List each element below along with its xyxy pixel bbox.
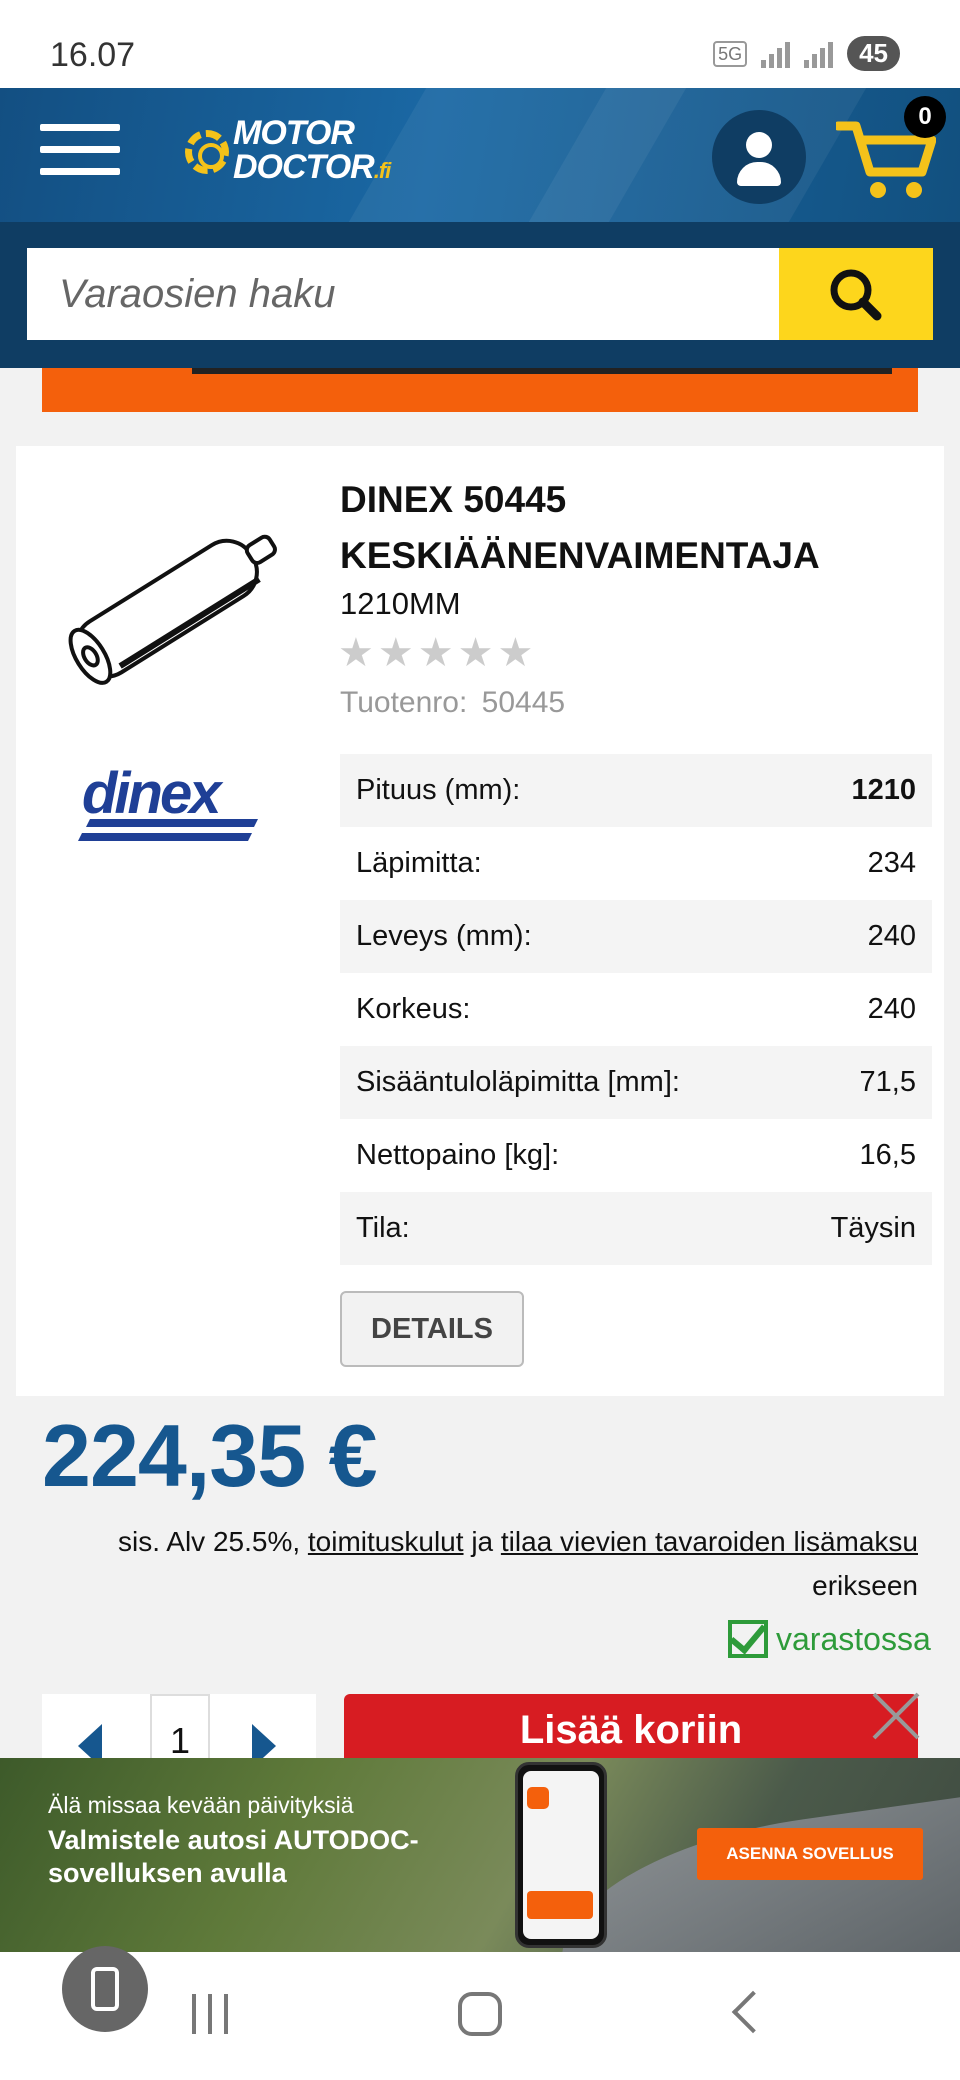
spec-value: 240 — [785, 900, 932, 973]
spec-row: Läpimitta: 234 — [340, 827, 932, 900]
signal-icon — [761, 40, 791, 68]
spec-row: Leveys (mm): 240 — [340, 900, 932, 973]
status-icons: 5G 45 — [713, 36, 900, 71]
logo-text: MOTOR DOCTOR.fi — [233, 114, 392, 188]
shipping-costs-link[interactable]: toimituskulut — [308, 1526, 464, 1557]
logo-line2: DOCTOR — [233, 148, 375, 186]
strip-divider — [192, 368, 892, 374]
site-header: MOTOR DOCTOR.fi — [0, 88, 960, 222]
phone-icon — [91, 1967, 119, 2011]
app-ad-banner[interactable]: Älä missaa kevään päivityksiä Valmistele… — [0, 1758, 960, 1952]
spec-value: Täysin — [785, 1192, 932, 1265]
user-icon — [746, 132, 772, 158]
spec-label: Läpimitta: — [356, 847, 482, 879]
add-to-cart-button[interactable]: Lisää koriin — [344, 1694, 918, 1758]
product-title[interactable]: DINEX 50445 KESKIÄÄNENVAIMENTAJA — [340, 472, 930, 584]
spec-row: Nettopaino [kg]: 16,5 — [340, 1119, 932, 1192]
extra-fee-link[interactable]: tilaa vievien tavaroiden lisämaksu — [501, 1526, 918, 1557]
spec-value: 71,5 — [785, 1046, 932, 1119]
svg-text:dinex: dinex — [82, 761, 224, 826]
product-subtitle: 1210MM — [340, 586, 461, 621]
spec-value: 240 — [867, 993, 916, 1025]
battery-icon: 45 — [847, 36, 900, 71]
status-bar: 16.07 5G 45 — [0, 0, 960, 88]
menu-button[interactable] — [40, 124, 120, 184]
search-input[interactable] — [27, 248, 779, 340]
spec-label: Pituus (mm): — [340, 754, 786, 827]
account-button[interactable] — [712, 110, 806, 204]
tax-suffix: erikseen — [812, 1570, 918, 1601]
spec-label: Nettopaino [kg]: — [356, 1139, 560, 1171]
stock-status-label: varastossa — [776, 1620, 931, 1657]
spec-label: Korkeus: — [356, 993, 471, 1025]
cart-count-badge: 0 — [904, 96, 946, 138]
spec-label: Sisääntuloläpimitta [mm]: — [340, 1046, 786, 1119]
product-number-value: 50445 — [481, 686, 566, 719]
product-price: 224,35 € — [42, 1406, 378, 1505]
product-image[interactable] — [36, 506, 306, 711]
brand-logo[interactable]: dinex — [76, 761, 266, 851]
recent-apps-button[interactable] — [192, 1994, 228, 2034]
quantity-field[interactable]: 1 — [150, 1694, 210, 1758]
ad-tagline: Älä missaa kevään päivityksiä — [48, 1792, 354, 1818]
tax-info: sis. Alv 25.5%, toimituskulut ja tilaa v… — [60, 1520, 918, 1608]
menu-icon-bar — [40, 168, 120, 175]
user-icon-body — [737, 162, 781, 186]
spec-row: Sisääntuloläpimitta [mm]: 71,5 — [340, 1046, 932, 1119]
search-button[interactable] — [779, 248, 933, 340]
install-app-button[interactable]: ASENNA SOVELLUS — [697, 1828, 923, 1880]
star-icon: ★ — [338, 631, 374, 675]
tax-and: ja — [471, 1526, 494, 1557]
search-bar — [0, 222, 960, 368]
spec-row: Tila: Täysin — [340, 1192, 932, 1265]
dinex-logo: dinex — [78, 761, 258, 841]
details-button[interactable]: DETAILS — [340, 1291, 524, 1367]
search-icon — [830, 269, 882, 321]
status-time: 16.07 — [50, 36, 136, 74]
stock-status: varastossa — [728, 1620, 931, 1658]
site-logo[interactable]: MOTOR DOCTOR.fi — [185, 114, 392, 188]
quantity-stepper: 1 — [42, 1694, 316, 1758]
menu-icon-bar — [40, 146, 120, 153]
spec-row: Pituus (mm): 1210 — [340, 754, 932, 827]
home-button[interactable] — [458, 1992, 502, 2036]
decrease-quantity-button[interactable] — [78, 1724, 102, 1758]
product-number: Tuotenro: 50445 — [340, 686, 565, 720]
logo-suffix: .fi — [373, 158, 392, 183]
back-button[interactable] — [731, 1990, 775, 2034]
checkbox-check-icon — [728, 1620, 768, 1658]
floating-phone-button[interactable] — [62, 1946, 148, 2032]
increase-quantity-button[interactable] — [252, 1724, 276, 1758]
spec-label: Leveys (mm): — [340, 900, 786, 973]
spec-value: 16,5 — [859, 1139, 916, 1171]
product-card: dinex DINEX 50445 KESKIÄÄNENVAIMENTAJA 1… — [16, 446, 944, 1396]
star-icon: ★ — [497, 631, 534, 675]
spec-value: 234 — [867, 847, 916, 879]
spec-row: Korkeus: 240 — [340, 973, 932, 1046]
network-5g-icon: 5G — [713, 40, 748, 67]
signal-icon-2 — [804, 40, 834, 68]
ad-close-button[interactable] — [868, 1688, 924, 1744]
ad-headline: Valmistele autosi AUTODOC-sovelluksen av… — [48, 1825, 419, 1888]
close-icon — [872, 1692, 920, 1740]
menu-icon-bar — [40, 124, 120, 131]
ad-phone-image — [515, 1762, 607, 1948]
product-number-label: Tuotenro: — [340, 686, 468, 719]
star-icon: ★ — [377, 631, 414, 675]
orange-banner-strip[interactable] — [42, 368, 918, 412]
tax-prefix: sis. Alv 25.5%, — [118, 1526, 301, 1557]
ad-phone-screen — [523, 1771, 599, 1939]
spec-label: Tila: — [340, 1192, 786, 1265]
star-icon: ★ — [417, 631, 454, 675]
logo-line1: MOTOR — [233, 114, 355, 152]
rating-stars[interactable]: ★ ★ ★ ★ ★ — [338, 630, 533, 676]
muffler-image — [68, 534, 277, 685]
spec-table: Pituus (mm): 1210 Läpimitta: 234 Leveys … — [340, 754, 932, 1265]
gear-logo-icon — [185, 130, 229, 174]
star-icon: ★ — [457, 631, 494, 675]
spec-value: 1210 — [785, 754, 932, 827]
